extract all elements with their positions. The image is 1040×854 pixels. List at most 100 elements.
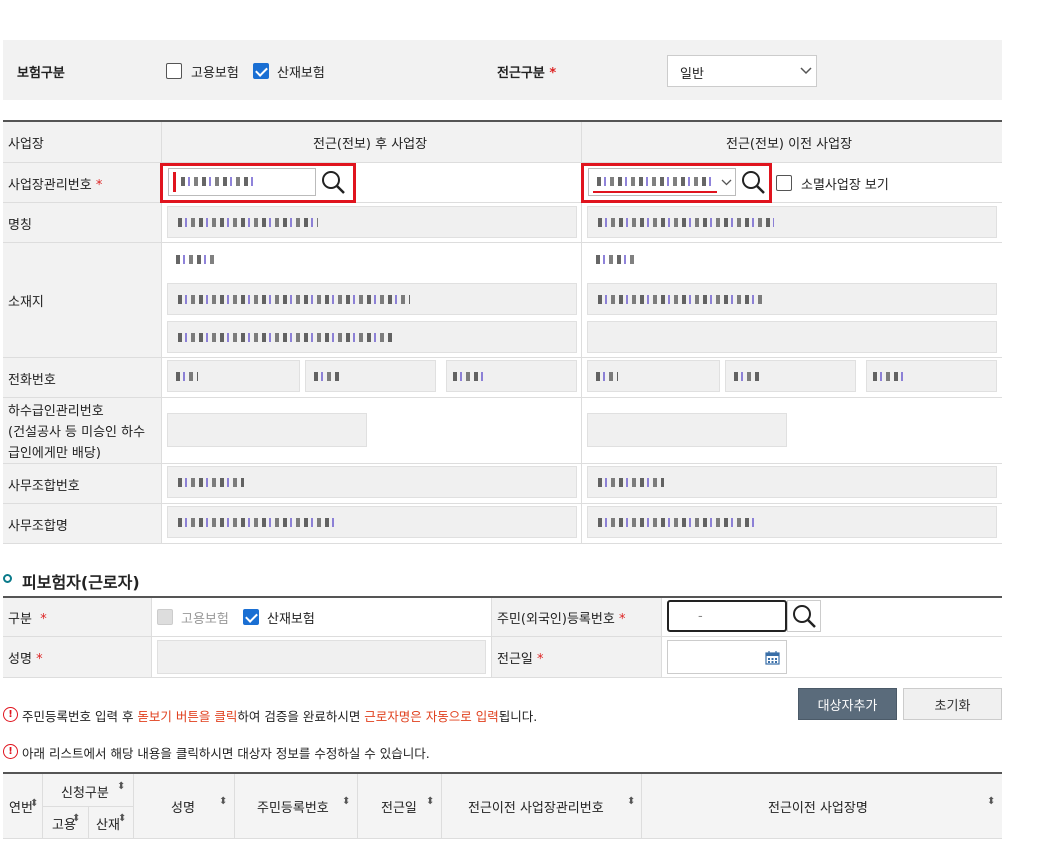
after-phone2 — [305, 360, 436, 392]
row-divider — [3, 202, 1002, 203]
before-sub-mgmt-field — [587, 413, 787, 447]
closed-workplace-checkbox[interactable] — [776, 175, 792, 191]
before-office-no-field — [587, 466, 997, 498]
divider — [491, 598, 492, 677]
sort-icon[interactable]: ⬍ — [426, 796, 434, 807]
mgmt-no-label: 사업장관리번호 * — [8, 178, 103, 193]
row-divider — [3, 838, 1002, 839]
row-divider — [3, 242, 1002, 243]
masked-value — [181, 177, 257, 186]
industrial-ins-checkbox[interactable] — [253, 63, 269, 79]
row-divider — [3, 677, 1002, 678]
search-icon[interactable] — [741, 170, 767, 196]
row-divider — [3, 503, 1002, 504]
after-zip-field — [167, 244, 247, 274]
before-address1-field — [587, 283, 997, 315]
row-divider — [3, 543, 1002, 544]
col-prev-name[interactable]: 전근이전 사업장명 — [768, 797, 868, 816]
chevron-down-icon — [721, 179, 732, 186]
calendar-icon[interactable] — [765, 650, 780, 665]
sort-icon[interactable]: ⬍ — [219, 796, 227, 807]
after-phone3 — [446, 360, 577, 392]
after-sub-mgmt-field — [167, 413, 367, 447]
after-address1-field — [167, 283, 577, 315]
reset-button[interactable]: 초기화 — [903, 688, 1002, 720]
after-mgmt-no-input[interactable] — [168, 168, 316, 196]
insured-employment-checkbox[interactable] — [157, 609, 173, 625]
search-icon[interactable] — [321, 170, 347, 196]
col-prev-mgmt-no[interactable]: 전근이전 사업장관리번호 — [468, 797, 604, 816]
row-divider — [3, 463, 1002, 464]
after-phone1 — [167, 360, 300, 392]
chevron-down-icon — [800, 67, 812, 75]
warning-icon: ! — [3, 744, 18, 759]
before-mgmt-no-select[interactable] — [588, 168, 736, 196]
after-address2-field — [167, 321, 577, 353]
input-cursor — [173, 172, 176, 192]
col-apply-type[interactable]: 신청구분 — [61, 782, 109, 801]
after-office-no-field — [167, 466, 577, 498]
employment-ins-label: 고용보험 — [191, 66, 239, 81]
before-name-field — [587, 206, 997, 238]
before-phone2 — [725, 360, 856, 392]
sort-icon[interactable]: ⬍ — [72, 813, 80, 824]
row-divider — [3, 357, 1002, 358]
row-divider — [3, 162, 1002, 163]
add-target-button[interactable]: 대상자추가 — [798, 688, 897, 720]
notice-2: 아래 리스트에서 해당 내용을 클릭하시면 대상자 정보를 수정하실 수 있습니… — [22, 746, 430, 761]
employment-ins-checkbox[interactable] — [166, 63, 182, 79]
rrn-search-button[interactable] — [787, 600, 821, 632]
masked-value — [597, 177, 712, 186]
rrn-input[interactable]: - — [667, 600, 787, 632]
row-divider — [3, 397, 1002, 398]
col-after-workplace: 전근(전보) 후 사업장 — [313, 137, 428, 152]
divider — [88, 806, 89, 838]
transfer-type-value: 일반 — [680, 67, 704, 82]
office-no-label: 사무조합번호 — [8, 479, 80, 494]
insured-type-label: 구분 * — [8, 612, 47, 627]
search-icon — [793, 605, 816, 628]
rrn-label: 주민(외국인)등록번호 * — [497, 612, 626, 627]
notice-1: 주민등록번호 입력 후 돋보기 버튼을 클릭하여 검증을 완료하시면 근로자명은… — [22, 709, 538, 724]
col-transfer-date[interactable]: 전근일 — [381, 797, 417, 816]
divider — [151, 598, 152, 677]
transfer-date-input[interactable] — [667, 640, 787, 674]
col-name[interactable]: 성명 — [171, 797, 195, 816]
col-label-workplace: 사업장 — [8, 137, 44, 152]
col-industrial[interactable]: 산재 — [96, 814, 120, 833]
sort-icon[interactable]: ⬍ — [987, 796, 995, 807]
after-office-name-field — [167, 506, 577, 538]
office-name-label: 사무조합명 — [8, 519, 68, 534]
insured-name-field — [157, 640, 486, 674]
underline — [593, 191, 717, 193]
before-phone1 — [587, 360, 720, 392]
before-office-name-field — [587, 506, 997, 538]
before-phone3 — [866, 360, 997, 392]
sort-icon[interactable]: ⬍ — [30, 798, 38, 809]
insured-section-title: 피보험자(근로자) — [22, 573, 140, 592]
insured-employment-label: 고용보험 — [181, 612, 229, 627]
sort-icon[interactable]: ⬍ — [342, 796, 350, 807]
sort-icon[interactable]: ⬍ — [117, 781, 125, 792]
divider — [357, 774, 358, 838]
insured-industrial-checkbox[interactable] — [243, 609, 259, 625]
divider — [234, 774, 235, 838]
closed-workplace-label: 소멸사업장 보기 — [801, 178, 889, 193]
warning-icon: ! — [3, 707, 18, 722]
sort-icon[interactable]: ⬍ — [627, 796, 635, 807]
divider — [661, 598, 662, 677]
row-divider — [3, 636, 1002, 637]
divider — [133, 774, 134, 838]
insured-name-label: 성명 * — [8, 652, 43, 667]
after-name-field — [167, 206, 577, 238]
sub-mgmt-label: 하수급인관리번호 (건설공사 등 미승인 하수 급인에게만 배당) — [8, 404, 146, 461]
col-rrn[interactable]: 주민등록번호 — [257, 797, 329, 816]
divider — [641, 774, 642, 838]
name-label: 명칭 — [8, 218, 32, 233]
divider — [42, 806, 133, 807]
section-bullet-icon — [3, 574, 12, 583]
divider — [441, 774, 442, 838]
transfer-type-select[interactable]: 일반 — [667, 55, 817, 87]
before-address2-field — [587, 321, 997, 353]
sort-icon[interactable]: ⬍ — [118, 813, 126, 824]
